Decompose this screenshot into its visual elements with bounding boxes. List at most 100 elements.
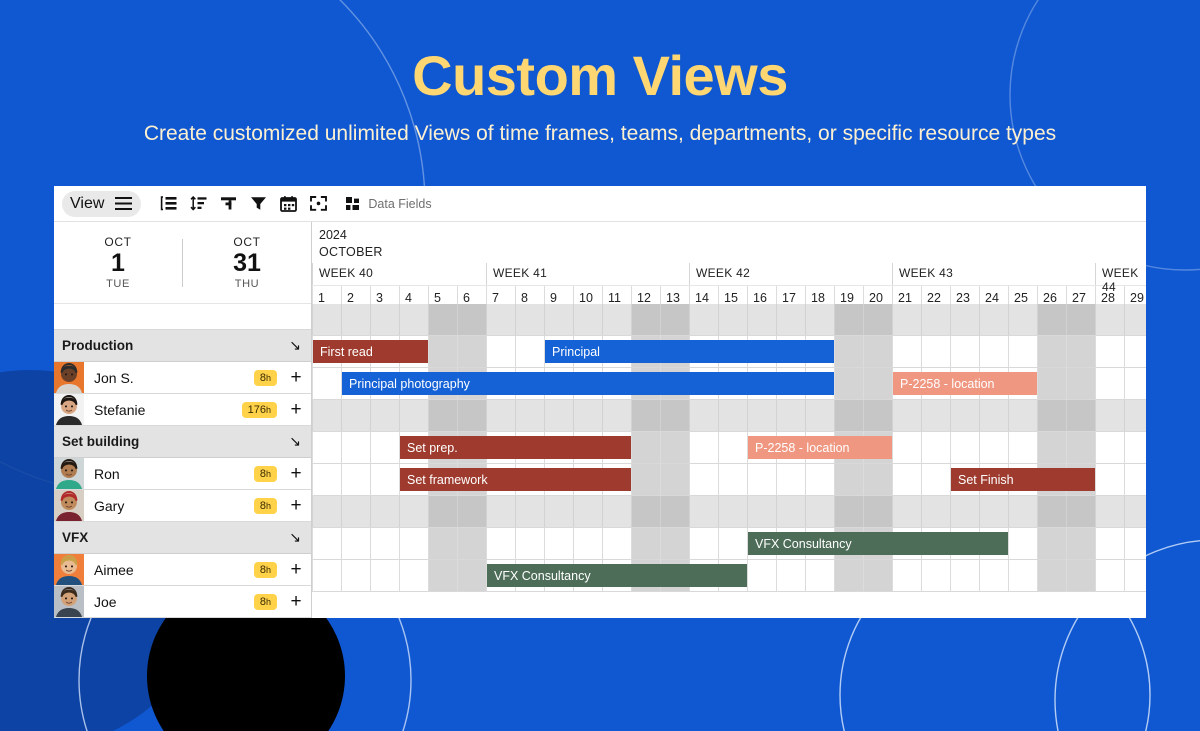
timeline-cell[interactable] bbox=[312, 528, 341, 559]
timeline-cell[interactable] bbox=[1095, 368, 1124, 399]
resource-row[interactable]: Stefanie 176h + bbox=[54, 394, 311, 426]
timeline-cell[interactable] bbox=[921, 432, 950, 463]
timeline-cell[interactable] bbox=[457, 336, 486, 367]
timeline-cell[interactable] bbox=[718, 528, 747, 559]
timeline-cell[interactable] bbox=[341, 528, 370, 559]
timeline-cell[interactable] bbox=[312, 464, 341, 495]
timeline-cell[interactable] bbox=[370, 528, 399, 559]
resource-row[interactable]: Aimee 8h + bbox=[54, 554, 311, 586]
date-range-end[interactable]: OCT 31 THU bbox=[183, 235, 311, 290]
timeline-cell[interactable] bbox=[1066, 528, 1095, 559]
timeline-cell[interactable] bbox=[1124, 528, 1146, 559]
timeline-cell[interactable] bbox=[1037, 560, 1066, 591]
timeline-cell[interactable] bbox=[631, 464, 660, 495]
timeline-cell[interactable] bbox=[979, 336, 1008, 367]
timeline-cell[interactable] bbox=[921, 336, 950, 367]
filter-funnel-icon[interactable] bbox=[245, 191, 271, 217]
fit-to-screen-icon[interactable] bbox=[305, 191, 331, 217]
timeline-cell[interactable] bbox=[834, 368, 863, 399]
timeline-cell[interactable] bbox=[312, 368, 341, 399]
timeline-cell[interactable] bbox=[805, 464, 834, 495]
task-bar[interactable]: Set framework bbox=[400, 468, 631, 491]
timeline-cell[interactable] bbox=[1095, 560, 1124, 591]
timeline-cell[interactable] bbox=[1066, 368, 1095, 399]
timeline-cell[interactable] bbox=[573, 528, 602, 559]
timeline-cell[interactable] bbox=[312, 560, 341, 591]
hamburger-menu-icon[interactable] bbox=[114, 195, 132, 213]
timeline-cell[interactable] bbox=[834, 464, 863, 495]
add-task-button[interactable]: + bbox=[285, 463, 307, 485]
timeline-cell[interactable] bbox=[892, 432, 921, 463]
timeline-cell[interactable] bbox=[1124, 368, 1146, 399]
timeline-cell[interactable] bbox=[1037, 336, 1066, 367]
timeline-cell[interactable] bbox=[950, 560, 979, 591]
timeline-cell[interactable] bbox=[660, 432, 689, 463]
timeline-cell[interactable] bbox=[892, 464, 921, 495]
timeline-cell[interactable] bbox=[863, 560, 892, 591]
timeline-cell[interactable] bbox=[1066, 560, 1095, 591]
timeline-cell[interactable] bbox=[834, 336, 863, 367]
timeline-cell[interactable] bbox=[602, 528, 631, 559]
timeline-cell[interactable] bbox=[1095, 336, 1124, 367]
timeline-cell[interactable] bbox=[428, 336, 457, 367]
timeline-cell[interactable] bbox=[370, 464, 399, 495]
timeline-cell[interactable] bbox=[1124, 560, 1146, 591]
timeline-cell[interactable] bbox=[1124, 336, 1146, 367]
timeline-cell[interactable] bbox=[457, 560, 486, 591]
data-fields-button[interactable]: Data Fields bbox=[345, 191, 432, 217]
task-bar[interactable]: Principal photography bbox=[342, 372, 834, 395]
timeline-cell[interactable] bbox=[718, 432, 747, 463]
timeline-cell[interactable] bbox=[341, 560, 370, 591]
task-bar[interactable]: P-2258 - location bbox=[748, 436, 892, 459]
timeline-cell[interactable] bbox=[1095, 432, 1124, 463]
add-task-button[interactable]: + bbox=[285, 591, 307, 613]
timeline-cell[interactable] bbox=[1008, 528, 1037, 559]
timeline-cell[interactable] bbox=[1095, 528, 1124, 559]
timeline-cell[interactable] bbox=[747, 560, 776, 591]
timeline-cell[interactable] bbox=[863, 464, 892, 495]
timeline-cell[interactable] bbox=[921, 560, 950, 591]
group-header-production[interactable]: Production ↘ bbox=[54, 330, 311, 362]
timeline-cell[interactable] bbox=[1008, 336, 1037, 367]
timeline-cell[interactable] bbox=[631, 528, 660, 559]
timeline-cell[interactable] bbox=[863, 336, 892, 367]
add-task-button[interactable]: + bbox=[285, 559, 307, 581]
timeline-cell[interactable] bbox=[660, 528, 689, 559]
timeline-cell[interactable] bbox=[399, 560, 428, 591]
timeline-cell[interactable] bbox=[660, 464, 689, 495]
timeline-cell[interactable] bbox=[1037, 368, 1066, 399]
timeline-cell[interactable] bbox=[1037, 528, 1066, 559]
task-bar[interactable]: P-2258 - location bbox=[893, 372, 1037, 395]
timeline-cell[interactable] bbox=[486, 336, 515, 367]
timeline-cell[interactable] bbox=[1037, 432, 1066, 463]
task-bar[interactable]: Set prep. bbox=[400, 436, 631, 459]
task-bar[interactable]: Set Finish bbox=[951, 468, 1095, 491]
timeline-cell[interactable] bbox=[892, 336, 921, 367]
add-task-button[interactable]: + bbox=[285, 367, 307, 389]
timeline-cell[interactable] bbox=[950, 336, 979, 367]
timeline-cell[interactable] bbox=[805, 560, 834, 591]
timeline-cell[interactable] bbox=[1124, 432, 1146, 463]
timeline-cell[interactable] bbox=[399, 528, 428, 559]
timeline-cell[interactable] bbox=[718, 464, 747, 495]
timeline-cell[interactable] bbox=[1066, 336, 1095, 367]
timeline-cell[interactable] bbox=[1008, 560, 1037, 591]
timeline-cell[interactable] bbox=[1095, 464, 1124, 495]
timeline-cell[interactable] bbox=[631, 432, 660, 463]
sort-icon[interactable] bbox=[185, 191, 211, 217]
timeline-cell[interactable] bbox=[457, 528, 486, 559]
group-header-vfx[interactable]: VFX ↘ bbox=[54, 522, 311, 554]
task-bar[interactable]: VFX Consultancy bbox=[748, 532, 1008, 555]
collapse-arrow-icon[interactable]: ↘ bbox=[289, 433, 301, 450]
timeline-cell[interactable] bbox=[370, 560, 399, 591]
timeline-cell[interactable] bbox=[776, 464, 805, 495]
add-task-button[interactable]: + bbox=[285, 495, 307, 517]
task-bar[interactable]: VFX Consultancy bbox=[487, 564, 747, 587]
timeline-cell[interactable] bbox=[341, 464, 370, 495]
timeline-cell[interactable] bbox=[341, 432, 370, 463]
timeline-cell[interactable] bbox=[979, 560, 1008, 591]
group-by-icon[interactable] bbox=[155, 191, 181, 217]
timeline-cell[interactable] bbox=[1008, 432, 1037, 463]
add-task-button[interactable]: + bbox=[285, 399, 307, 421]
timeline-cell[interactable] bbox=[747, 464, 776, 495]
